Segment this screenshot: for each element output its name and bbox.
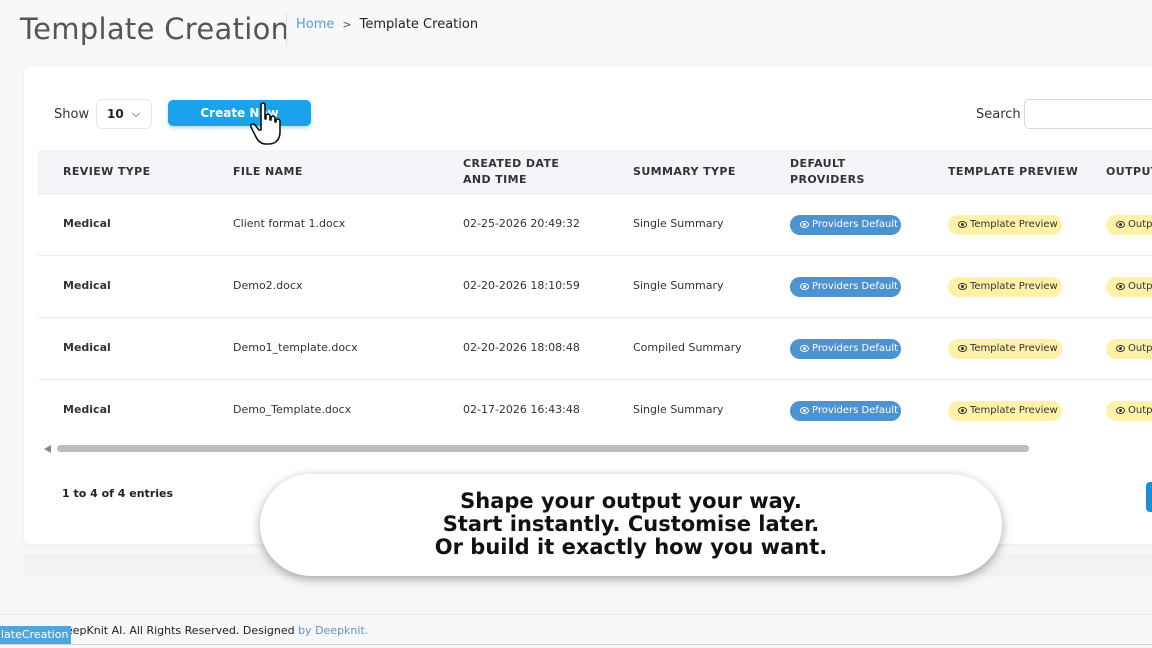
- table-row: Medical Client format 1.docx 02-25-2026 …: [38, 194, 1152, 256]
- search-label: Search: [976, 107, 1021, 122]
- eye-icon: [958, 283, 967, 290]
- eye-icon: [1116, 221, 1125, 228]
- promo-caption-overlay: Shape your output your way. Start instan…: [260, 474, 1002, 576]
- providers-default-button[interactable]: Providers Default: [790, 339, 901, 359]
- eye-icon: [1116, 407, 1125, 414]
- caption-line: Start instantly. Customise later.: [442, 512, 820, 536]
- cell-summary-type: Single Summary: [633, 279, 724, 292]
- eye-icon: [800, 283, 809, 290]
- column-header-template-preview[interactable]: TEMPLATE PREVIEW: [948, 164, 1078, 180]
- page-title: Template Creation: [20, 12, 290, 46]
- horizontal-scrollbar[interactable]: [40, 443, 1140, 455]
- output-button[interactable]: Output: [1106, 277, 1152, 297]
- column-header-file-name[interactable]: FILE NAME: [233, 164, 303, 180]
- cell-created: 02-17-2026 16:43:48: [463, 403, 580, 416]
- caption-line: Shape your output your way.: [460, 489, 802, 513]
- eye-icon: [800, 407, 809, 414]
- entries-count: 1 to 4 of 4 entries: [62, 487, 174, 500]
- cell-created: 02-20-2026 18:10:59: [463, 279, 580, 292]
- providers-default-button[interactable]: Providers Default: [790, 277, 901, 297]
- providers-default-button[interactable]: Providers Default: [790, 401, 901, 421]
- bottom-divider: [0, 644, 1152, 645]
- output-button[interactable]: Output: [1106, 215, 1152, 235]
- eye-icon: [958, 221, 967, 228]
- column-header-review-type[interactable]: REVIEW TYPE: [63, 164, 151, 180]
- template-preview-button[interactable]: Template Preview: [948, 277, 1062, 297]
- scrollbar-thumb[interactable]: [57, 445, 1029, 452]
- eye-icon: [800, 345, 809, 352]
- column-header-default-providers[interactable]: DEFAULT PROVIDERS: [790, 156, 865, 188]
- table-row: Medical Demo_Template.docx 02-17-2026 16…: [38, 380, 1152, 440]
- chevron-down-icon: [131, 108, 141, 118]
- eye-icon: [1116, 345, 1125, 352]
- providers-default-button[interactable]: Providers Default: [790, 215, 901, 235]
- create-new-template-button[interactable]: Create New Template: [168, 100, 311, 146]
- title-divider: [286, 12, 287, 46]
- scroll-left-arrow-icon[interactable]: [44, 445, 51, 453]
- breadcrumb-current: Template Creation: [359, 17, 479, 32]
- table-row: Medical Demo2.docx 02-20-2026 18:10:59 S…: [38, 256, 1152, 318]
- template-preview-button[interactable]: Template Preview: [948, 339, 1062, 359]
- cell-review-type: Medical: [63, 279, 111, 292]
- table-header: REVIEW TYPE FILE NAME CREATED DATE AND T…: [38, 150, 1152, 194]
- cell-summary-type: Single Summary: [633, 217, 724, 230]
- column-header-created-date[interactable]: CREATED DATE AND TIME: [463, 156, 559, 188]
- cell-created: 02-20-2026 18:08:48: [463, 341, 580, 354]
- cell-review-type: Medical: [63, 403, 111, 416]
- show-label: Show: [54, 107, 90, 122]
- cell-summary-type: Compiled Summary: [633, 341, 742, 354]
- page-size-select[interactable]: 10: [96, 99, 152, 129]
- eye-icon: [800, 221, 809, 228]
- cell-summary-type: Single Summary: [633, 403, 724, 416]
- status-bar-tag: lateCreation: [0, 626, 71, 644]
- pagination-current-page-button[interactable]: [1146, 482, 1152, 512]
- eye-icon: [958, 407, 967, 414]
- footer-brand-link[interactable]: by Deepknit.: [298, 624, 368, 637]
- cell-file-name: Demo_Template.docx: [233, 403, 352, 416]
- column-header-summary-type[interactable]: SUMMARY TYPE: [633, 164, 736, 180]
- template-preview-button[interactable]: Template Preview: [948, 401, 1062, 421]
- table-row: Medical Demo1_template.docx 02-20-2026 1…: [38, 318, 1152, 380]
- template-preview-button[interactable]: Template Preview: [948, 215, 1062, 235]
- cell-review-type: Medical: [63, 217, 111, 230]
- templates-table: REVIEW TYPE FILE NAME CREATED DATE AND T…: [38, 150, 1152, 440]
- breadcrumb: Home > Template Creation: [296, 17, 478, 32]
- footer: eepKnit AI. All Rights Reserved. Designe…: [0, 614, 1152, 648]
- eye-icon: [1116, 283, 1125, 290]
- caption-line: Or build it exactly how you want.: [434, 535, 828, 559]
- cell-file-name: Client format 1.docx: [233, 217, 346, 230]
- output-button[interactable]: Output: [1106, 339, 1152, 359]
- search-input[interactable]: [1024, 99, 1152, 129]
- column-header-output[interactable]: OUTPUT: [1106, 164, 1152, 180]
- footer-copyright: eepKnit AI. All Rights Reserved. Designe…: [66, 624, 369, 637]
- cell-file-name: Demo1_template.docx: [233, 341, 358, 354]
- eye-icon: [958, 345, 967, 352]
- page-size-value: 10: [107, 107, 124, 121]
- cell-file-name: Demo2.docx: [233, 279, 303, 292]
- cell-review-type: Medical: [63, 341, 111, 354]
- breadcrumb-home-link[interactable]: Home: [296, 17, 334, 32]
- breadcrumb-separator-icon: >: [342, 18, 352, 31]
- page-header: Template Creation Home > Template Creati…: [0, 0, 1152, 62]
- hand-pointer-cursor-icon: [250, 102, 281, 145]
- output-button[interactable]: Output: [1106, 401, 1152, 421]
- cell-created: 02-25-2026 20:49:32: [463, 217, 580, 230]
